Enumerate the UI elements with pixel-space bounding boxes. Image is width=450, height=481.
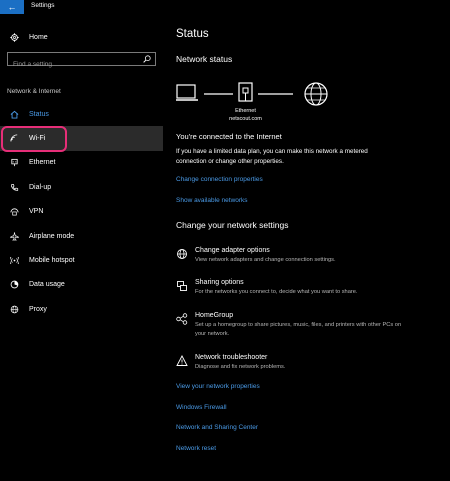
gear-icon bbox=[7, 31, 21, 43]
sidebar-item-label: Ethernet bbox=[29, 159, 56, 167]
search-input[interactable] bbox=[8, 58, 133, 71]
internet-globe-icon bbox=[304, 82, 328, 106]
sidebar-item-status[interactable]: Status bbox=[0, 102, 163, 126]
option-title: Sharing options bbox=[195, 279, 244, 286]
ethernet-adapter-icon bbox=[238, 82, 253, 102]
connection-status-title: You're connected to the Internet bbox=[176, 132, 282, 141]
sidebar-item-data-usage[interactable]: Data usage bbox=[0, 273, 163, 297]
main-content: Status Network status Ethernet netscout.… bbox=[163, 14, 450, 481]
option-description: Diagnose and fix network problems. bbox=[195, 364, 286, 370]
adapter-label: Ethernet bbox=[235, 108, 256, 114]
sidebar-item-proxy[interactable]: Proxy bbox=[0, 297, 163, 321]
sidebar-item-label: Airplane mode bbox=[29, 232, 75, 240]
change-connection-properties-link[interactable]: Change connection properties bbox=[176, 176, 263, 183]
sidebar-item-label: VPN bbox=[29, 208, 44, 216]
search-box[interactable] bbox=[7, 52, 156, 71]
option-description: View network adapters and change connect… bbox=[195, 257, 336, 263]
network-diagram-graphic: Ethernet netscout.com bbox=[176, 82, 328, 122]
network-diagram: Ethernet netscout.com bbox=[176, 81, 336, 127]
page-title: Status bbox=[176, 28, 209, 40]
homegroup-option[interactable]: HomeGroup Set up a homegroup to share pi… bbox=[176, 312, 416, 342]
globe-icon bbox=[7, 303, 21, 315]
sidebar-item-dial-up[interactable]: Dial-up bbox=[0, 175, 163, 199]
home-nav-item[interactable]: Home bbox=[7, 30, 48, 44]
network-troubleshooter-option[interactable]: Network troubleshooter Diagnose and fix … bbox=[176, 354, 416, 378]
title-bar: ← Settings bbox=[0, 0, 450, 14]
computer-icon bbox=[176, 84, 198, 101]
sidebar-nav: Status Wi-Fi Ethernet Dial-up VPN Airpla… bbox=[0, 102, 163, 322]
option-description: Set up a homegroup to share pictures, mu… bbox=[195, 322, 402, 337]
sidebar-item-ethernet[interactable]: Ethernet bbox=[0, 151, 163, 175]
sidebar-item-mobile-hotspot[interactable]: Mobile hotspot bbox=[0, 248, 163, 272]
sidebar-item-label: Dial-up bbox=[29, 183, 52, 191]
connection-status-description: If you have a limited data plan, you can… bbox=[176, 148, 368, 165]
view-network-properties-link[interactable]: View your network properties bbox=[176, 383, 260, 390]
option-description: For the networks you connect to, decide … bbox=[195, 289, 358, 295]
search-icon[interactable] bbox=[143, 55, 151, 63]
hotspot-icon bbox=[7, 255, 21, 267]
homegroup-icon bbox=[176, 312, 189, 325]
back-button[interactable]: ← bbox=[0, 0, 24, 14]
sidebar-item-label: Proxy bbox=[29, 305, 47, 313]
network-status-heading: Network status bbox=[176, 54, 233, 64]
windows-firewall-link[interactable]: Windows Firewall bbox=[176, 404, 227, 411]
option-title: Network troubleshooter bbox=[195, 354, 268, 361]
adapter-icon bbox=[176, 247, 189, 260]
sidebar-item-label: Data usage bbox=[29, 281, 65, 289]
sidebar-item-airplane-mode[interactable]: Airplane mode bbox=[0, 224, 163, 248]
ethernet-icon bbox=[7, 157, 21, 169]
sidebar-item-vpn[interactable]: VPN bbox=[0, 200, 163, 224]
option-title: HomeGroup bbox=[195, 312, 234, 319]
vpn-icon bbox=[7, 206, 21, 218]
change-settings-heading: Change your network settings bbox=[176, 220, 289, 230]
home-label: Home bbox=[29, 33, 48, 41]
sharing-icon bbox=[176, 279, 189, 292]
sidebar: Home Network & Internet Status Wi-Fi Eth… bbox=[0, 14, 163, 481]
sidebar-item-label: Mobile hotspot bbox=[29, 257, 75, 265]
airplane-icon bbox=[7, 230, 21, 242]
sidebar-item-label: Status bbox=[29, 110, 49, 118]
window-title: Settings bbox=[31, 2, 55, 9]
sidebar-item-wifi[interactable]: Wi-Fi bbox=[0, 126, 163, 153]
warning-icon bbox=[176, 354, 189, 367]
section-label: Network & Internet bbox=[7, 88, 61, 95]
data-usage-icon bbox=[7, 279, 21, 291]
sharing-options[interactable]: Sharing options For the networks you con… bbox=[176, 279, 416, 303]
show-available-networks-link[interactable]: Show available networks bbox=[176, 197, 248, 204]
home-globe-icon bbox=[7, 108, 21, 120]
network-reset-link[interactable]: Network reset bbox=[176, 445, 216, 452]
network-sharing-center-link[interactable]: Network and Sharing Center bbox=[176, 424, 258, 431]
change-adapter-options[interactable]: Change adapter options View network adap… bbox=[176, 247, 416, 271]
phone-icon bbox=[7, 181, 21, 193]
option-title: Change adapter options bbox=[195, 247, 270, 254]
network-name-label: netscout.com bbox=[229, 116, 262, 122]
highlight-annotation bbox=[1, 126, 67, 153]
